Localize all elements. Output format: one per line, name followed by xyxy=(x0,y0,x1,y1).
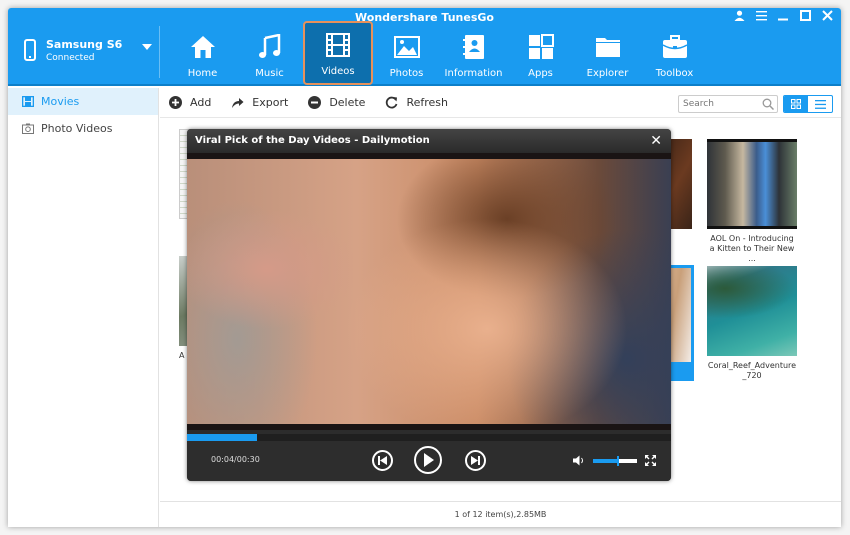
nav-label: Apps xyxy=(528,68,553,79)
toolbox-icon xyxy=(662,34,688,60)
device-selector[interactable]: Samsung S6 Connected xyxy=(24,34,152,66)
nav-apps[interactable]: Apps xyxy=(507,21,574,85)
nav-videos[interactable]: Videos xyxy=(303,21,373,85)
nav-label: Toolbox xyxy=(655,68,694,79)
film-icon xyxy=(325,32,351,58)
music-icon xyxy=(257,34,283,60)
plus-circle-icon xyxy=(169,96,182,109)
nav-home[interactable]: Home xyxy=(169,21,236,85)
export-arrow-icon xyxy=(232,98,244,108)
play-icon xyxy=(424,453,434,467)
minus-circle-icon xyxy=(308,96,322,109)
view-toggle xyxy=(783,95,833,113)
video-image xyxy=(187,159,671,424)
minimize-icon[interactable] xyxy=(778,10,789,26)
skip-previous-icon xyxy=(378,456,387,465)
apps-icon xyxy=(528,34,554,60)
home-icon xyxy=(190,34,216,60)
list-view-button[interactable] xyxy=(808,96,832,112)
nav-label: Music xyxy=(255,68,284,79)
film-icon xyxy=(22,96,34,107)
refresh-icon xyxy=(386,96,398,109)
playback-time: 00:04/00:30 xyxy=(211,455,260,464)
delete-label: Delete xyxy=(329,96,366,109)
folder-icon xyxy=(595,34,621,60)
skip-next-icon xyxy=(471,456,480,465)
player-title-bar: Viral Pick of the Day Videos - Dailymoti… xyxy=(187,129,671,153)
refresh-button[interactable]: Refresh xyxy=(385,96,448,109)
sidebar: Movies Photo Videos xyxy=(8,88,159,527)
volume-fill xyxy=(593,459,618,463)
play-button[interactable] xyxy=(414,446,442,474)
maximize-icon[interactable] xyxy=(800,10,811,26)
user-icon[interactable] xyxy=(734,10,745,26)
search-input[interactable] xyxy=(683,99,761,109)
nav-music[interactable]: Music xyxy=(236,21,303,85)
player-title: Viral Pick of the Day Videos - Dailymoti… xyxy=(195,135,430,146)
video-thumbnail[interactable]: Coral_Reef_Adventure _720 xyxy=(707,266,797,381)
window-controls xyxy=(734,10,833,26)
close-icon[interactable]: ✕ xyxy=(650,129,662,153)
thumbnail-image xyxy=(707,139,797,229)
previous-button[interactable] xyxy=(372,450,393,471)
video-frame[interactable] xyxy=(187,153,671,430)
video-caption: AOL On - Introducing a Kitten to Their N… xyxy=(709,234,795,263)
device-name: Samsung S6 xyxy=(46,37,123,51)
camera-icon xyxy=(22,123,34,134)
video-player: Viral Pick of the Day Videos - Dailymoti… xyxy=(187,129,671,481)
sidebar-item-photo-videos[interactable]: Photo Videos xyxy=(8,115,158,142)
nav-label: Videos xyxy=(321,66,355,77)
export-button[interactable]: Export xyxy=(231,96,288,109)
add-label: Add xyxy=(190,96,212,109)
image-icon xyxy=(393,34,420,60)
seek-bar[interactable] xyxy=(187,434,671,441)
nav-toolbox[interactable]: Toolbox xyxy=(641,21,708,85)
contacts-icon xyxy=(461,34,487,60)
grid-icon xyxy=(791,99,801,109)
device-status: Connected xyxy=(46,52,95,63)
player-controls: 00:04/00:30 xyxy=(187,441,671,481)
seek-bar-fill xyxy=(187,434,258,441)
main-nav: Home Music Videos Photos Information App… xyxy=(169,21,708,85)
menu-icon[interactable] xyxy=(756,10,767,26)
next-button[interactable] xyxy=(465,450,486,471)
volume-knob[interactable] xyxy=(617,456,620,466)
grid-view-button[interactable] xyxy=(784,96,808,112)
nav-label: Home xyxy=(187,68,218,79)
nav-label: Information xyxy=(444,68,503,79)
list-icon xyxy=(814,99,826,109)
export-label: Export xyxy=(252,96,289,109)
divider xyxy=(159,26,160,78)
sidebar-item-label: Photo Videos xyxy=(41,122,113,135)
add-button[interactable]: Add xyxy=(169,96,211,109)
search-box xyxy=(678,95,778,113)
video-thumbnail[interactable]: AOL On - Introducing a Kitten to Their N… xyxy=(707,139,797,264)
close-icon[interactable] xyxy=(822,10,833,26)
nav-photos[interactable]: Photos xyxy=(373,21,440,85)
volume-icon[interactable] xyxy=(573,455,585,466)
chevron-down-icon[interactable] xyxy=(142,44,152,50)
phone-icon xyxy=(24,39,36,61)
nav-label: Photos xyxy=(389,68,424,79)
search-icon[interactable] xyxy=(762,98,774,110)
video-caption: Coral_Reef_Adventure _720 xyxy=(707,361,797,380)
sidebar-item-label: Movies xyxy=(41,95,80,108)
top-bar: Wondershare TunesGo Samsung S6 Connected… xyxy=(8,8,841,86)
status-bar: 1 of 12 item(s),2.85MB xyxy=(160,501,841,527)
thumbnail-image xyxy=(707,266,797,356)
volume-slider[interactable] xyxy=(593,456,637,466)
fullscreen-icon[interactable] xyxy=(645,455,656,466)
sidebar-item-movies[interactable]: Movies xyxy=(8,88,158,115)
nav-information[interactable]: Information xyxy=(440,21,507,85)
toolbar: Add Export Delete Refresh xyxy=(160,88,841,118)
refresh-label: Refresh xyxy=(406,96,449,109)
nav-label: Explorer xyxy=(586,68,629,79)
nav-explorer[interactable]: Explorer xyxy=(574,21,641,85)
delete-button[interactable]: Delete xyxy=(308,96,365,109)
